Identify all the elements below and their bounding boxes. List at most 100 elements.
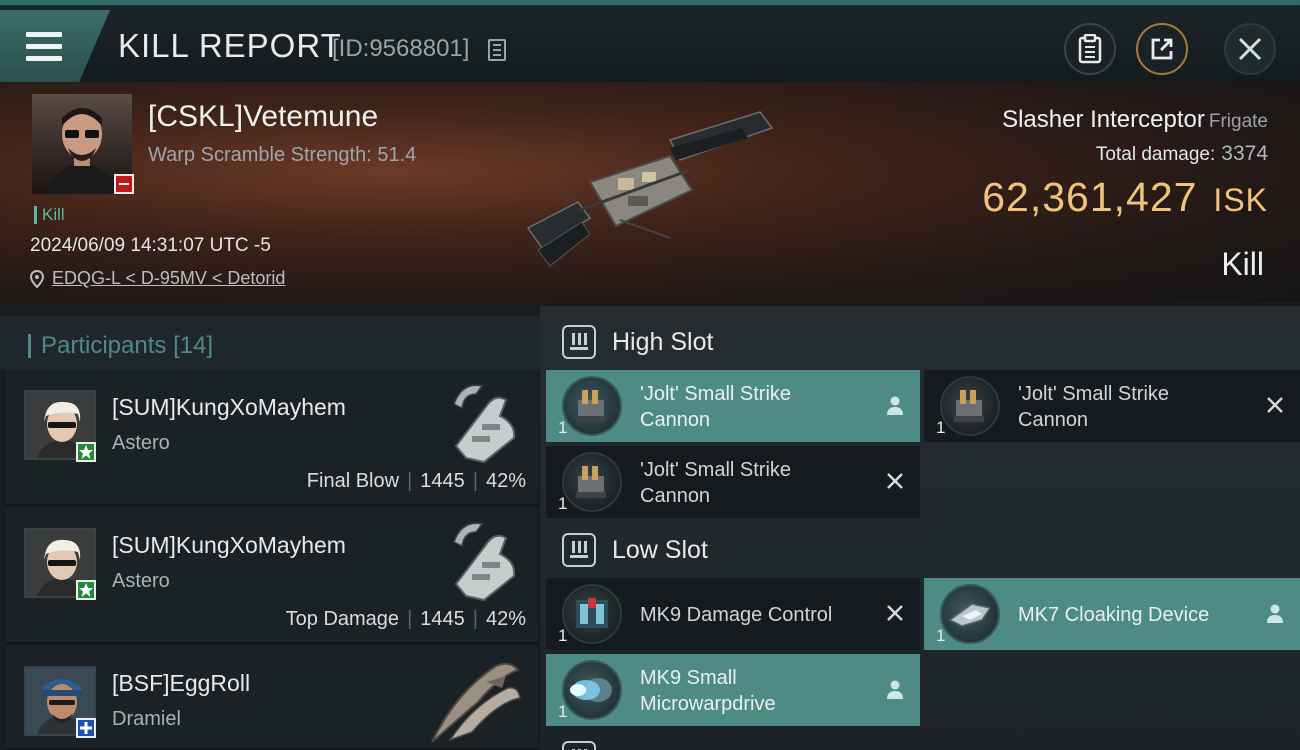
module-item[interactable]: 1 'Jolt' Small Strike Cannon [546, 446, 920, 518]
participant-name: [SUM]KungXoMayhem [112, 532, 346, 558]
ship-name: Slasher Interceptor [1002, 106, 1205, 133]
destroyed-x-icon [887, 605, 903, 621]
kill-datetime: 2024/06/09 14:31:07 UTC -5 [30, 235, 271, 256]
module-name-line1: MK9 Small [640, 667, 737, 689]
participant-ship-render [453, 522, 516, 602]
participants-count: [14] [173, 332, 214, 359]
participant-ship: Dramiel [112, 708, 181, 730]
module-name-line1: MK9 Damage Control [640, 604, 833, 626]
standing-star-icon [76, 580, 96, 600]
low-slot-icon [562, 533, 596, 567]
module-name-line2: Cannon [640, 485, 711, 507]
module-quantity: 1 [558, 626, 568, 645]
result-label: Kill [1221, 246, 1264, 282]
top-bar: KILL REPORT [ID:9568801] [0, 0, 1300, 82]
dropped-person-icon [1267, 604, 1283, 623]
dropped-person-icon [887, 396, 903, 415]
clipboard-button[interactable] [1064, 23, 1116, 75]
module-name: 'Jolt' Small Strike Cannon [1018, 381, 1248, 433]
participant-row[interactable]: [SUM]KungXoMayhem Astero Final Blow | 1445… [6, 370, 538, 506]
module-name: MK9 Damage Control [640, 602, 870, 628]
participant-row[interactable]: [BSF]EggRoll Dramiel [6, 646, 538, 750]
module-quantity: 1 [936, 626, 946, 645]
module-item[interactable]: 1 'Jolt' Small Strike Cannon [546, 370, 920, 442]
participant-ship-render [431, 662, 521, 742]
share-icon [1151, 38, 1173, 60]
module-item[interactable]: 1 MK9 Damage Control [546, 578, 920, 650]
next-slot-header [562, 736, 596, 750]
module-name-line1: 'Jolt' Small Strike [1018, 383, 1170, 405]
location-pin-icon [30, 269, 44, 288]
module-item[interactable]: 1 MK7 Cloaking Device [924, 578, 1300, 650]
close-button[interactable] [1224, 23, 1276, 75]
microwarpdrive-icon [562, 660, 622, 720]
clipboard-icon [1078, 34, 1102, 64]
fitting-panel: High Slot 1 'Jolt' Small Strike Cannon 1… [540, 306, 1300, 750]
participant-damage: 1445 [420, 608, 465, 630]
kill-tag: Kill [34, 206, 65, 224]
total-damage-label: Total damage: [1095, 144, 1216, 165]
module-quantity: 1 [558, 494, 568, 513]
participant-ship-render [453, 384, 516, 464]
victim-panel: [CSKL]Vetemune Warp Scramble Strength: 5… [0, 82, 1300, 306]
victim-ship-render [526, 111, 774, 267]
destroyed-x-icon [1267, 397, 1283, 413]
dropped-person-icon [887, 680, 903, 699]
isk-amount: 62,361,427 [982, 174, 1198, 220]
total-damage-value: 3374 [1221, 142, 1268, 165]
participant-percent: 42% [485, 608, 526, 630]
menu-button[interactable] [0, 10, 110, 82]
participant-percent: 42% [485, 470, 526, 492]
share-button[interactable] [1136, 23, 1188, 75]
module-name-line2: Microwarpdrive [640, 693, 776, 715]
participants-panel: Participants [14] [SUM]KungXoMayhem Aste… [0, 306, 540, 750]
module-name-line2: Cannon [1018, 409, 1089, 431]
module-quantity: 1 [558, 418, 568, 437]
module-item[interactable]: 1 MK9 Small Microwarpdrive [546, 654, 920, 726]
participant-name: [BSF]EggRoll [112, 670, 251, 696]
module-name-line1: 'Jolt' Small Strike [640, 383, 792, 405]
hamburger-menu-icon [26, 32, 62, 62]
ship-class: Frigate [1208, 111, 1268, 132]
victim-name[interactable]: [CSKL]Vetemune [148, 100, 378, 134]
participant-name: [SUM]KungXoMayhem [112, 394, 346, 420]
high-slot-label: High Slot [612, 327, 714, 356]
location-link[interactable]: EDQG-L < D-95MV < Detorid [52, 268, 285, 289]
high-slot-header: High Slot [562, 320, 713, 364]
copy-id-icon[interactable] [488, 39, 506, 61]
participants-label: Participants [41, 332, 167, 359]
cannon-module-icon [562, 376, 622, 436]
standing-star-icon [76, 442, 96, 462]
low-slot-header: Low Slot [562, 528, 708, 572]
slot-icon [562, 741, 596, 750]
participants-title: Participants [14] [28, 334, 213, 358]
participant-role: Final Blow [306, 470, 400, 492]
destroyed-x-icon [887, 473, 903, 489]
participant-row[interactable]: [SUM]KungXoMayhem Astero Top Damage | 1445… [6, 508, 538, 644]
module-name: MK9 Small Microwarpdrive [640, 665, 870, 717]
report-id: [ID:9568801] [332, 35, 470, 62]
hostile-badge [114, 174, 134, 194]
participant-role: Top Damage [285, 608, 400, 630]
module-quantity: 1 [936, 418, 946, 437]
cloaking-device-icon [940, 584, 1000, 644]
close-icon [1238, 37, 1262, 61]
standing-plus-icon [76, 718, 96, 738]
cannon-module-icon [562, 452, 622, 512]
participant-ship: Astero [112, 432, 170, 454]
total-damage: Total damage: 3374 [1096, 142, 1268, 166]
module-quantity: 1 [558, 702, 568, 721]
participants-header: Participants [14] [0, 316, 540, 370]
module-name: MK7 Cloaking Device [1018, 602, 1248, 628]
participant-ship: Astero [112, 570, 170, 592]
victim-ship[interactable]: Slasher Interceptor Frigate [1002, 106, 1268, 134]
isk-unit: ISK [1213, 182, 1268, 218]
module-name: 'Jolt' Small Strike Cannon [640, 381, 870, 433]
kill-location[interactable]: EDQG-L < D-95MV < Detorid [30, 268, 285, 289]
module-name-line1: MK7 Cloaking Device [1018, 604, 1210, 626]
module-item[interactable]: 1 'Jolt' Small Strike Cannon [924, 370, 1300, 442]
damage-control-icon [562, 584, 622, 644]
high-slot-icon [562, 325, 596, 359]
cannon-module-icon [940, 376, 1000, 436]
module-name-line2: Cannon [640, 409, 711, 431]
